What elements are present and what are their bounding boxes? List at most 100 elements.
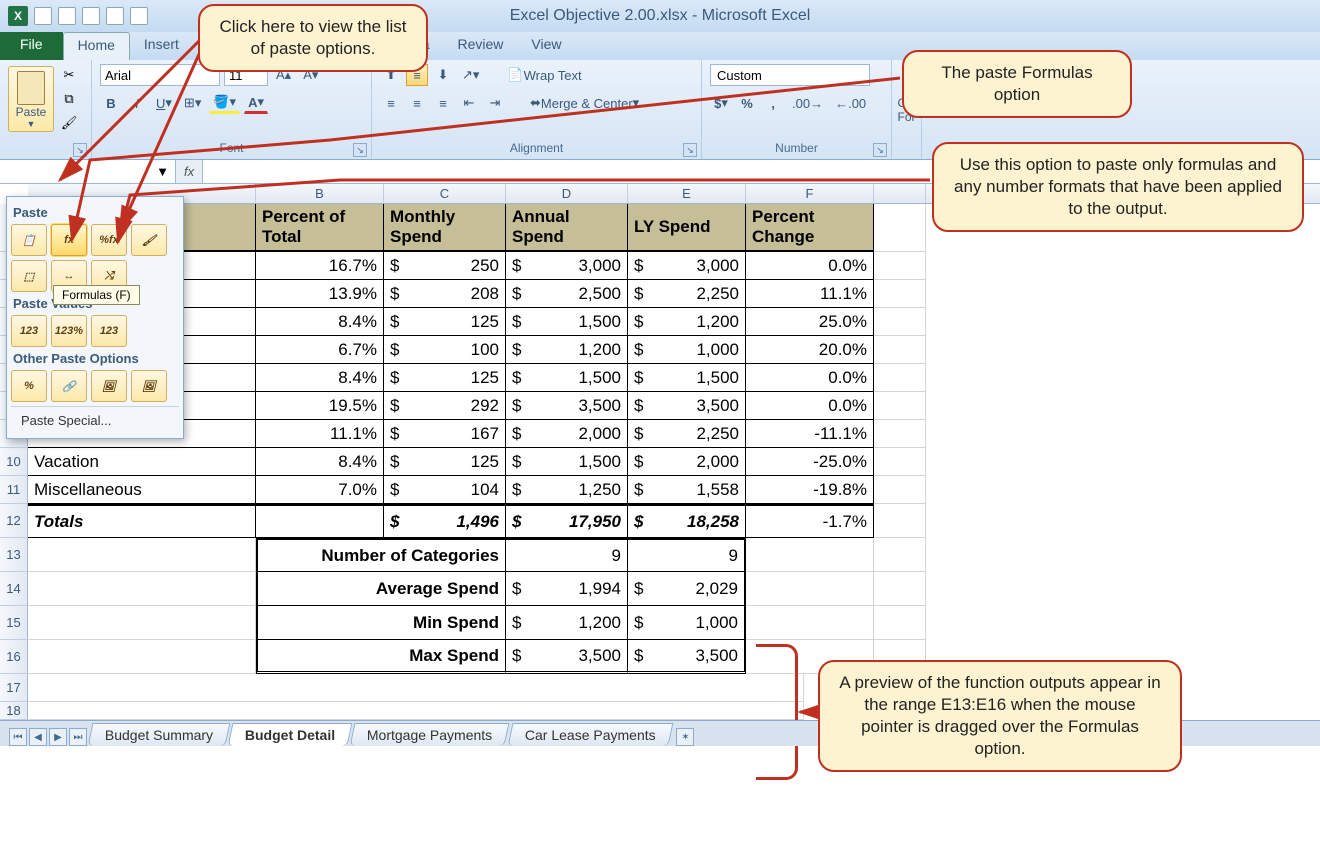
alignment-dialog-launcher[interactable]: ↘: [683, 143, 697, 157]
cell[interactable]: $3,000: [628, 252, 746, 280]
paste-keep-source-formatting-icon[interactable]: 🖌: [131, 224, 167, 256]
cell[interactable]: $125: [384, 308, 506, 336]
cell[interactable]: 9: [506, 538, 628, 572]
cell[interactable]: $1,994: [506, 572, 628, 606]
align-bottom-icon[interactable]: ⬇: [432, 64, 454, 86]
cell[interactable]: [28, 674, 804, 702]
col-header-e[interactable]: E: [628, 184, 746, 203]
cell[interactable]: 8.4%: [256, 308, 384, 336]
row-header[interactable]: 18: [0, 702, 28, 720]
cell[interactable]: $2,000: [628, 448, 746, 476]
increase-indent-icon[interactable]: ⇥: [484, 92, 506, 114]
sheet-tab[interactable]: Car Lease Payments: [507, 723, 673, 746]
cell[interactable]: [874, 606, 926, 640]
cell[interactable]: $1,200: [506, 606, 628, 640]
merge-center-button[interactable]: ⬌ Merge & Center ▾: [526, 92, 643, 114]
cell[interactable]: 9: [628, 538, 746, 572]
cell[interactable]: [874, 476, 926, 504]
cell[interactable]: $17,950: [506, 504, 628, 538]
cell[interactable]: 16.7%: [256, 252, 384, 280]
cell[interactable]: 6.7%: [256, 336, 384, 364]
cell-stat-label[interactable]: Max Spend: [256, 640, 506, 674]
cell[interactable]: [28, 702, 804, 720]
cell[interactable]: $1,558: [628, 476, 746, 504]
cell[interactable]: Percent of Total: [256, 204, 384, 252]
decrease-decimal-icon[interactable]: ←.00: [831, 92, 870, 114]
sheet-nav-prev-icon[interactable]: ◀: [29, 728, 47, 746]
row-header[interactable]: 10: [0, 448, 28, 476]
cell[interactable]: 11.1%: [746, 280, 874, 308]
cell[interactable]: $167: [384, 420, 506, 448]
cell[interactable]: $2,250: [628, 420, 746, 448]
cell[interactable]: -1.7%: [746, 504, 874, 538]
cell[interactable]: [874, 280, 926, 308]
cell[interactable]: $3,500: [628, 640, 746, 674]
cell[interactable]: $1,200: [628, 308, 746, 336]
cell[interactable]: [746, 538, 874, 572]
cell[interactable]: [874, 364, 926, 392]
qat-preview-icon[interactable]: [130, 7, 148, 25]
cell[interactable]: Percent Change: [746, 204, 874, 252]
row-header[interactable]: 13: [0, 538, 28, 572]
cell[interactable]: $292: [384, 392, 506, 420]
cell[interactable]: $2,500: [506, 280, 628, 308]
borders-button[interactable]: ⊞▾: [180, 92, 205, 114]
cell-stat-label[interactable]: Min Spend: [256, 606, 506, 640]
sheet-nav-next-icon[interactable]: ▶: [49, 728, 67, 746]
align-center-icon[interactable]: ≡: [406, 92, 428, 114]
sheet-nav-last-icon[interactable]: ⏭: [69, 728, 87, 746]
cell[interactable]: $1,500: [506, 308, 628, 336]
format-painter-icon[interactable]: 🖌: [58, 112, 80, 134]
paste-values-source-format-icon[interactable]: 123: [91, 315, 127, 347]
cell[interactable]: $1,200: [506, 336, 628, 364]
cut-icon[interactable]: ✂: [58, 64, 80, 86]
cell[interactable]: [746, 572, 874, 606]
cell[interactable]: 0.0%: [746, 252, 874, 280]
qat-undo-icon[interactable]: [58, 7, 76, 25]
paste-link-icon[interactable]: 🔗: [51, 370, 87, 402]
row-header[interactable]: 11: [0, 476, 28, 504]
cell[interactable]: $2,029: [628, 572, 746, 606]
cell[interactable]: 0.0%: [746, 364, 874, 392]
cell-stat-label[interactable]: Average Spend: [256, 572, 506, 606]
col-header-f[interactable]: F: [746, 184, 874, 203]
qat-save-icon[interactable]: [34, 7, 52, 25]
cell[interactable]: $3,500: [506, 640, 628, 674]
underline-button[interactable]: U▾: [152, 92, 176, 114]
paste-picture-icon[interactable]: 🖼: [91, 370, 127, 402]
cell[interactable]: $3,000: [506, 252, 628, 280]
wrap-text-button[interactable]: 📄 Wrap Text: [503, 64, 585, 86]
paste-button[interactable]: Paste ▼: [8, 66, 54, 132]
bold-button[interactable]: B: [100, 92, 122, 114]
cell[interactable]: -25.0%: [746, 448, 874, 476]
percent-format-button[interactable]: %: [736, 92, 758, 114]
tab-view[interactable]: View: [517, 32, 575, 60]
file-tab[interactable]: File: [0, 32, 63, 60]
cell[interactable]: [746, 606, 874, 640]
cell[interactable]: [874, 420, 926, 448]
col-header-d[interactable]: D: [506, 184, 628, 203]
cell[interactable]: $3,500: [628, 392, 746, 420]
tab-home[interactable]: Home: [63, 32, 130, 60]
paste-formulas-icon[interactable]: fx: [51, 224, 87, 256]
cell[interactable]: Monthly Spend: [384, 204, 506, 252]
cell-totals-label[interactable]: Totals: [28, 504, 256, 538]
cell[interactable]: [28, 640, 256, 674]
sheet-tab[interactable]: Budget Summary: [88, 723, 231, 746]
paste-formulas-number-format-icon[interactable]: %fx: [91, 224, 127, 256]
accounting-format-button[interactable]: $ ▾: [710, 92, 732, 114]
tab-review[interactable]: Review: [444, 32, 518, 60]
cell[interactable]: [874, 204, 926, 252]
increase-decimal-icon[interactable]: .00→: [788, 92, 827, 114]
cell[interactable]: [28, 572, 256, 606]
sheet-tab[interactable]: Budget Detail: [228, 723, 353, 746]
cell[interactable]: 8.4%: [256, 448, 384, 476]
row-header[interactable]: 12: [0, 504, 28, 538]
cell[interactable]: [28, 606, 256, 640]
cell[interactable]: 0.0%: [746, 392, 874, 420]
new-sheet-icon[interactable]: ✶: [676, 728, 694, 746]
cell[interactable]: [874, 504, 926, 538]
row-header[interactable]: 16: [0, 640, 28, 674]
clipboard-dialog-launcher[interactable]: ↘: [73, 143, 87, 157]
tab-insert[interactable]: Insert: [130, 32, 193, 60]
